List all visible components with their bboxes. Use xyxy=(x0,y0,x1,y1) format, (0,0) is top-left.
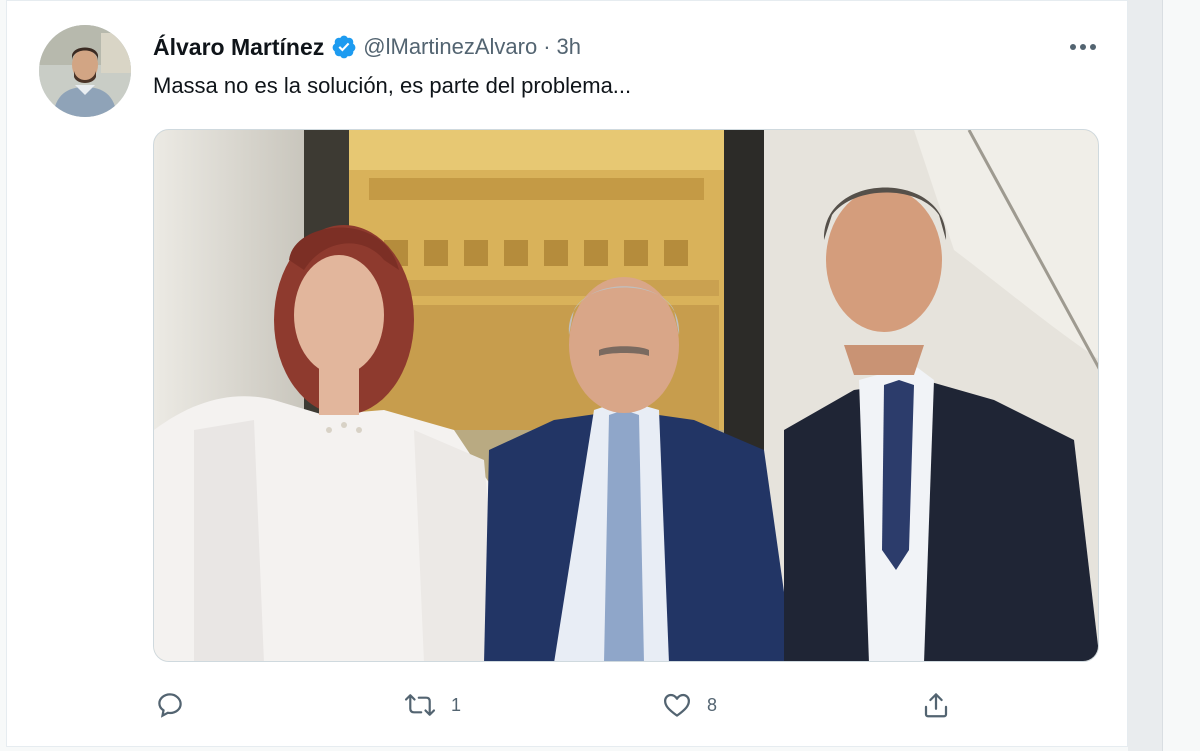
tweet-timestamp[interactable]: 3h xyxy=(557,34,581,60)
avatar-photo xyxy=(39,25,131,117)
like-button[interactable]: 8 xyxy=(661,683,717,727)
adjacent-panel-edge xyxy=(1128,0,1200,751)
tweet-header: Álvaro Martínez @lMartinezAlvaro · 3h xyxy=(153,31,581,63)
retweet-count: 1 xyxy=(451,694,462,715)
adjacent-panel-inner xyxy=(1162,0,1200,751)
tweet-card[interactable]: Álvaro Martínez @lMartinezAlvaro · 3h Ma… xyxy=(6,0,1128,747)
more-horizontal-icon xyxy=(1070,44,1096,50)
like-count: 8 xyxy=(707,694,718,715)
separator-dot: · xyxy=(543,34,551,59)
retweet-button[interactable]: 1 xyxy=(403,683,461,727)
more-options-button[interactable] xyxy=(1061,31,1105,63)
reply-icon xyxy=(155,690,185,720)
share-icon xyxy=(921,690,951,720)
tweet-text: Massa no es la solución, es parte del pr… xyxy=(153,73,632,98)
photo-image xyxy=(154,130,1098,661)
tweet-photo[interactable] xyxy=(153,129,1099,662)
tweet-actions-bar: 1 8 xyxy=(153,683,1099,727)
heart-icon xyxy=(661,690,693,720)
share-button[interactable] xyxy=(921,683,965,727)
author-handle[interactable]: @lMartinezAlvaro xyxy=(363,34,537,60)
verified-badge-icon xyxy=(331,34,357,60)
retweet-icon xyxy=(403,690,437,720)
avatar[interactable] xyxy=(39,25,131,117)
reply-button[interactable] xyxy=(155,683,199,727)
author-name[interactable]: Álvaro Martínez xyxy=(153,34,324,61)
